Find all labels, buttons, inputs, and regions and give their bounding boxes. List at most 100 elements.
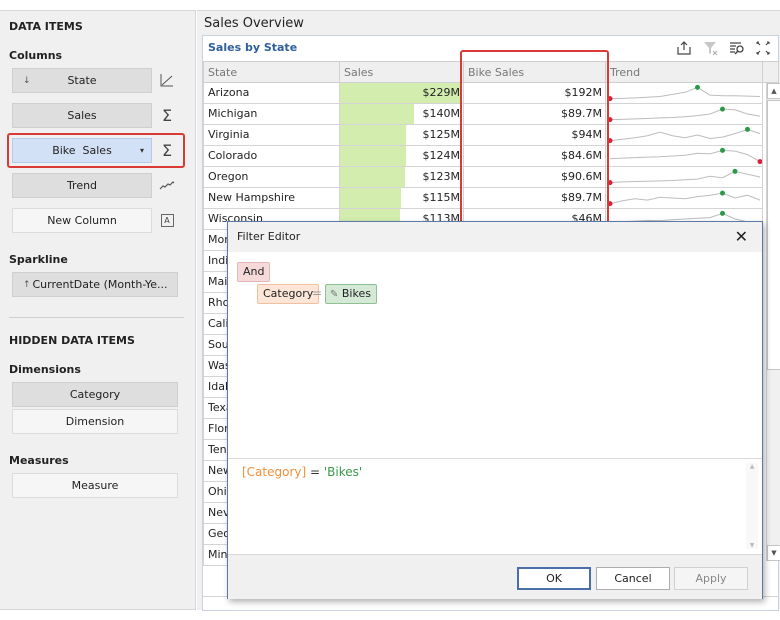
cell-sales: $124M [340,146,464,166]
dialog-title: Filter Editor [237,230,301,243]
cell-trend [606,104,763,124]
sparkline-max-point [720,147,725,153]
ok-button[interactable]: OK [517,567,591,590]
sparkline [607,126,761,144]
scroll-down-button[interactable]: ▼ [746,542,758,549]
sparkline-max-point [695,84,700,90]
clear-filter-icon[interactable] [703,40,719,56]
scroll-thumb[interactable] [767,100,780,370]
maximize-icon[interactable] [755,40,771,56]
close-icon[interactable]: ✕ [735,227,748,246]
column-item-trend[interactable]: Trend [12,173,152,198]
cell-trend [606,188,763,208]
cell-sales: $123M [340,167,464,187]
columns-title: Columns [9,49,63,62]
data-items-panel: DATA ITEMS Columns ↓ State Sales Σ Bike … [0,10,196,610]
scroll-down-button[interactable]: ▼ [767,545,780,561]
sales-value: $125M [422,128,461,141]
sparkline-line [609,149,761,163]
sort-ascending-icon: ↑ [23,279,31,290]
sparkline-line [609,170,761,184]
sparkline-line [609,108,761,121]
cancel-button[interactable]: Cancel [596,567,670,590]
sparkline-item[interactable]: ↑ CurrentDate (Month-Ye... [12,272,178,297]
data-items-title: DATA ITEMS [9,20,83,33]
sparkline-line [609,128,761,142]
cell-sales: $229M [340,83,464,103]
cell-trend [606,83,763,103]
sales-bar [340,167,405,187]
highlight-box [7,133,185,168]
sparkline-max-point [720,190,725,196]
sparkline-min-point [757,159,762,165]
cell-state: Virginia [203,125,340,145]
panel-title: Sales by State [208,41,298,54]
sparkline-max-point [732,168,738,174]
cell-state: Arizona [203,83,340,103]
cell-state: Oregon [203,167,340,187]
sales-value: $140M [422,107,461,120]
cell-state: Michigan [203,104,340,124]
export-icon[interactable] [676,40,692,56]
condition-value[interactable]: ✎ Bikes [325,284,377,304]
dimension-item-category[interactable]: Category [12,382,178,407]
pencil-icon: ✎ [330,289,339,300]
cell-sales: $115M [340,188,464,208]
expression-text[interactable]: [Category] = 'Bikes' [242,465,362,479]
sparkline [607,106,761,123]
dimension-axis-icon[interactable] [158,71,176,89]
cell-state: Colorado [203,146,340,166]
filter-editor-dialog: Filter Editor ✕ And Category = ✎ Bikes [… [227,221,763,599]
column-header-spacer [763,61,779,83]
sparkline [609,147,762,165]
column-item-state[interactable]: ↓ State [12,68,152,93]
measure-item-placeholder[interactable]: Measure [12,473,178,498]
sparkline-line [609,86,761,100]
vertical-scrollbar[interactable]: ▲ ▼ [766,83,780,561]
group-operator-and[interactable]: And [237,262,271,282]
section-divider [9,317,184,318]
expression-editor[interactable]: [Category] = 'Bikes' ▲ ▼ [228,458,762,554]
condition-operator[interactable]: = [312,286,322,300]
condition-field[interactable]: Category [257,284,320,304]
cell-trend [606,146,763,166]
dialog-header: Filter Editor ✕ [228,222,762,252]
sparkline-max-point [720,106,725,112]
sales-value: $124M [422,149,461,162]
sales-value: $229M [422,86,461,99]
sparkline [607,190,761,207]
cell-trend [606,125,763,145]
column-item-new-column[interactable]: New Column [12,208,152,233]
sparkline-title: Sparkline [9,253,68,266]
column-header-sales[interactable]: Sales [340,61,464,83]
sparkline-icon[interactable] [158,176,176,194]
apply-button[interactable]: Apply [674,567,748,590]
cell-sales: $140M [340,104,464,124]
dashboard-title: Sales Overview [204,16,304,31]
sigma-icon[interactable]: Σ [158,106,176,125]
sales-bar [340,188,401,208]
dialog-footer: OK Cancel Apply [228,554,762,599]
column-item-sales[interactable]: Sales [12,103,152,128]
dimensions-title: Dimensions [9,363,81,376]
scroll-up-button[interactable]: ▲ [746,463,758,470]
scroll-up-button[interactable]: ▲ [767,83,780,99]
sparkline-line [609,192,761,205]
cell-sales: $125M [340,125,464,145]
sparkline-max-point [745,126,750,132]
sparkline [607,168,761,186]
column-header-trend[interactable]: Trend [606,61,763,83]
hidden-items-title: HIDDEN DATA ITEMS [9,334,135,347]
column-header-state[interactable]: State [203,61,340,83]
dimension-item-placeholder[interactable]: Dimension [12,409,178,434]
bike-sales-highlight-box [460,50,609,224]
sort-descending-icon: ↓ [23,75,31,86]
cell-state: New Hampshire [203,188,340,208]
sales-bar [340,146,406,166]
text-box-icon[interactable]: A [158,211,176,229]
expression-scrollbar[interactable]: ▲ ▼ [746,463,758,549]
cell-trend [606,167,763,187]
sales-value: $123M [422,170,461,183]
filter-search-icon[interactable] [729,40,745,56]
sparkline-max-point [720,210,725,216]
